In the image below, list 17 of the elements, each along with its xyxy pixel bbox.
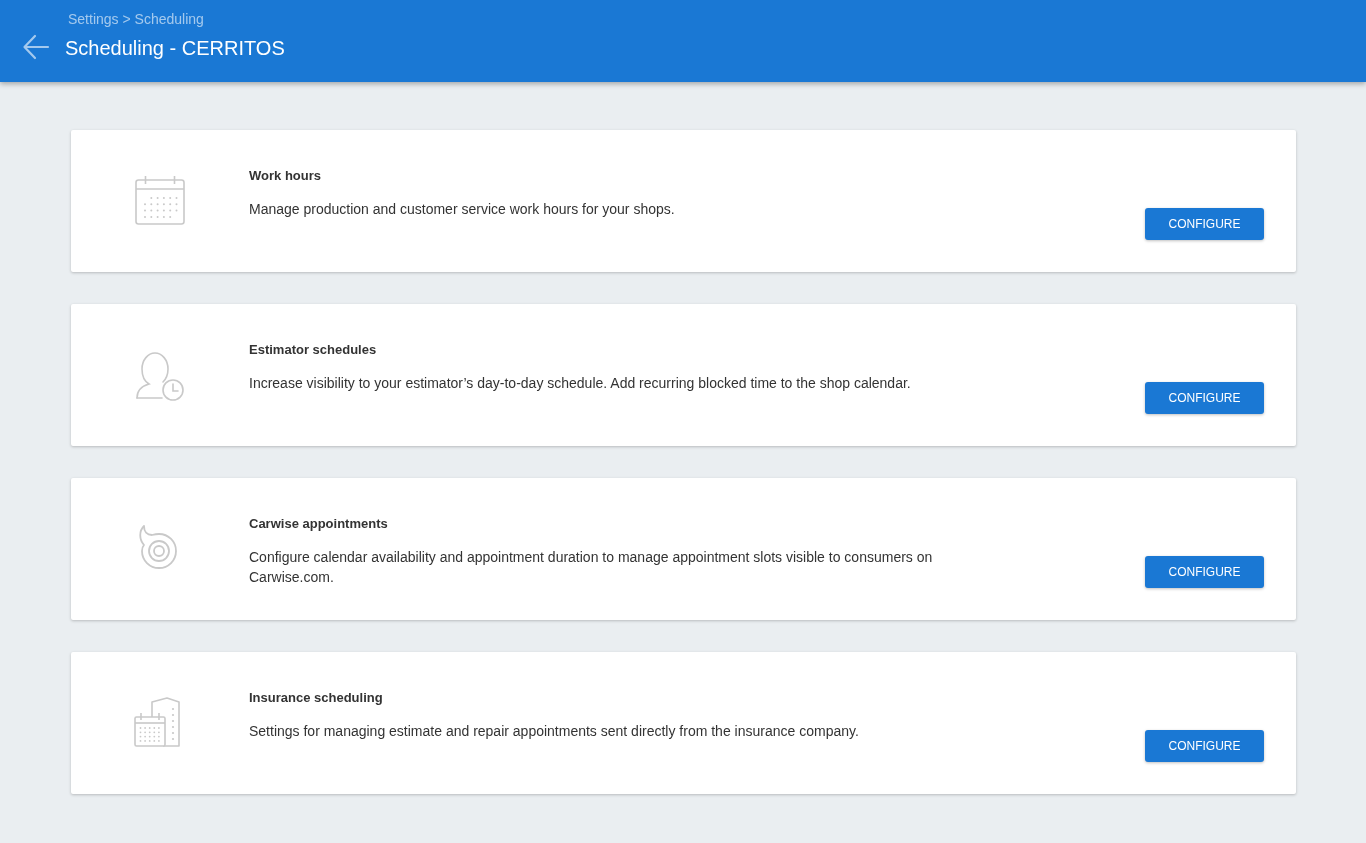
breadcrumb: Settings > Scheduling — [68, 10, 205, 29]
section-description: Manage production and customer service work hours for your shops. — [249, 200, 676, 219]
configure-button[interactable]: CONFIGURE — [1145, 556, 1264, 588]
section-title: Estimator schedules — [249, 341, 378, 359]
configure-button[interactable]: CONFIGURE — [1145, 382, 1264, 414]
section-description: Settings for managing estimate and repair appointments sent directly from the insurance company. — [249, 722, 860, 741]
section-title: Work hours — [249, 167, 322, 185]
section-description: Configure calendar availability and appointment duration to manage appointment slots visible to consumers on Carwise.com. — [249, 548, 934, 587]
back-button[interactable] — [22, 33, 50, 61]
section-title: Carwise appointments — [249, 515, 389, 533]
back-arrow-icon — [22, 33, 50, 61]
page-title: Scheduling - CERRITOS — [65, 36, 285, 61]
section-title: Insurance scheduling — [249, 689, 384, 707]
configure-button[interactable]: CONFIGURE — [1145, 730, 1264, 762]
calendar-icon — [133, 174, 187, 228]
configure-button[interactable]: CONFIGURE — [1145, 208, 1264, 240]
section-description: Increase visibility to your estimator’s day-to-day schedule. Add recurring blocked time to the shop calendar. — [249, 374, 912, 393]
